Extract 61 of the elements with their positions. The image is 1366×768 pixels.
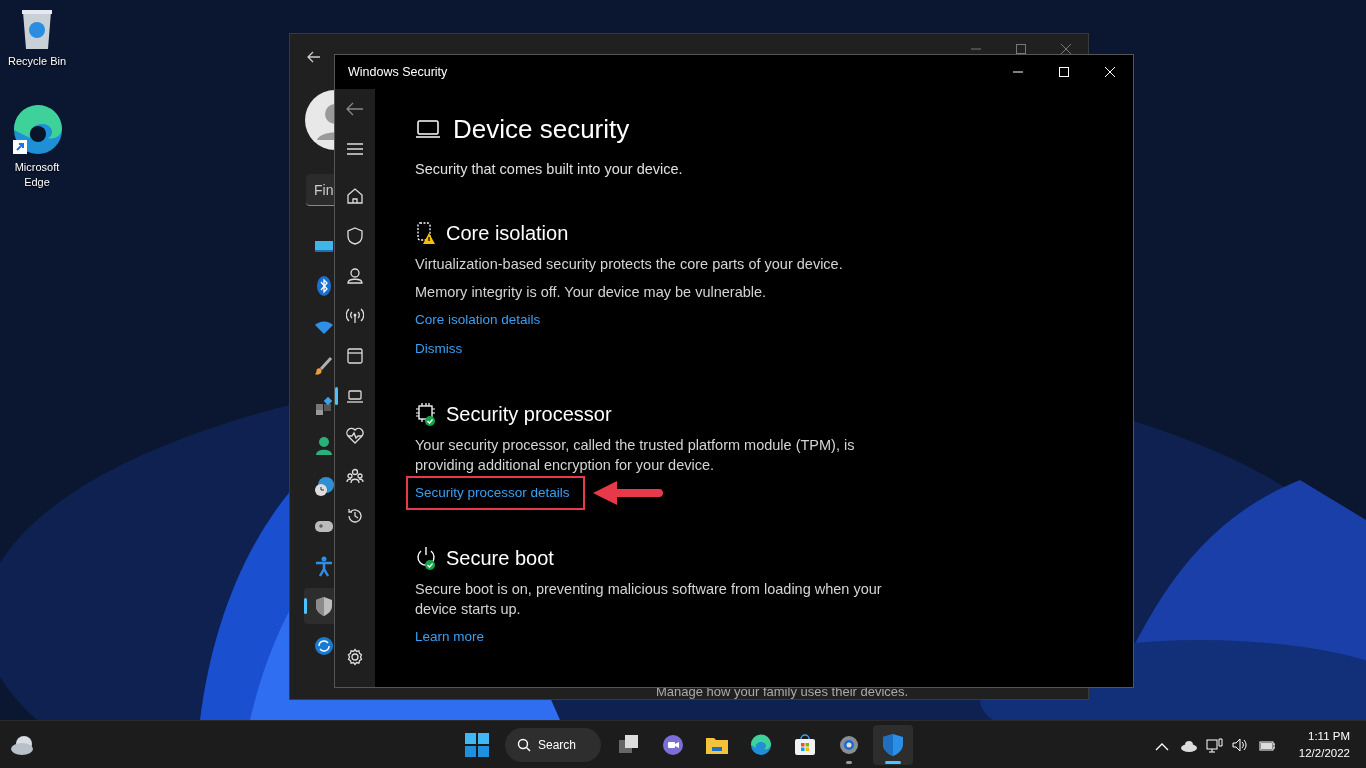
recycle-bin-icon [19,8,55,50]
person-icon [313,435,335,457]
time-icon [313,475,335,497]
clock-time[interactable]: 1:11 PM [1298,727,1350,745]
update-icon [313,635,335,657]
close-icon [1105,67,1115,77]
settings-icon [346,648,364,666]
power-icon [415,546,437,570]
link[interactable]: Core isolation details [415,310,541,330]
core-isolation-icon [415,221,437,245]
section-description: Secure boot is on, preventing malicious software from loading when your device starts up. [415,580,883,619]
edge-icon [11,104,63,156]
weather-icon[interactable] [10,733,36,756]
section-title: Security processor [446,402,612,427]
family-icon [346,467,364,485]
shield-icon [346,227,364,245]
browser-icon [346,347,364,365]
search-field[interactable]: Fin [306,174,335,206]
page-subtitle: Security that comes built into your device. [415,160,684,179]
taskbar-app-button[interactable] [873,724,913,765]
health-icon [346,427,364,445]
section-title: Secure boot [446,546,554,571]
close-icon[interactable] [1061,44,1071,54]
laptop-icon [346,387,364,405]
section-title: Core isolation [446,221,569,246]
link[interactable]: Security processor details [406,476,585,510]
network-icon[interactable] [1204,735,1223,754]
desktop-icon-label[interactable]: Microsoft Edge [5,160,69,190]
section-description: Your security processor, called the trusted platform module (TPM), is providing additional encryption for your device. [415,436,856,475]
desktop-icon-label[interactable]: Recycle Bin [5,54,69,69]
accessibility-icon [313,555,335,577]
clock-date[interactable]: 12/2/2022 [1298,744,1350,762]
search-button[interactable]: Search [505,727,601,762]
person-icon [346,267,364,285]
menu-icon [347,143,363,155]
history-icon [346,507,364,525]
teams-icon [661,732,685,757]
settings-nav-item[interactable] [304,588,335,624]
apps-icon [313,395,335,417]
brush-icon [313,355,335,377]
annotation-arrow [592,480,663,506]
search-icon [517,737,531,752]
shield-icon [313,595,335,617]
link[interactable]: Dismiss [415,339,463,359]
chip-icon [415,402,437,426]
security-icon [881,732,905,757]
link[interactable]: Learn more [415,627,485,647]
edge-icon [749,732,773,757]
section-description: Virtualization-based security protects the core parts of your device. [415,255,844,274]
wireless-icon [346,307,364,325]
windows-logo [465,732,489,757]
back-arrow-icon [346,102,364,116]
laptop-icon [415,119,441,139]
back-arrow-icon[interactable] [307,51,321,63]
section-description: Memory integrity is off. Your device may be vulnerable. [415,283,768,302]
maximize-icon[interactable] [1016,44,1026,54]
window-title: Windows Security [348,63,448,81]
page-title: Device security [453,113,630,146]
home-icon [346,187,364,205]
maximize-icon [1059,67,1069,77]
store-icon [793,732,817,757]
